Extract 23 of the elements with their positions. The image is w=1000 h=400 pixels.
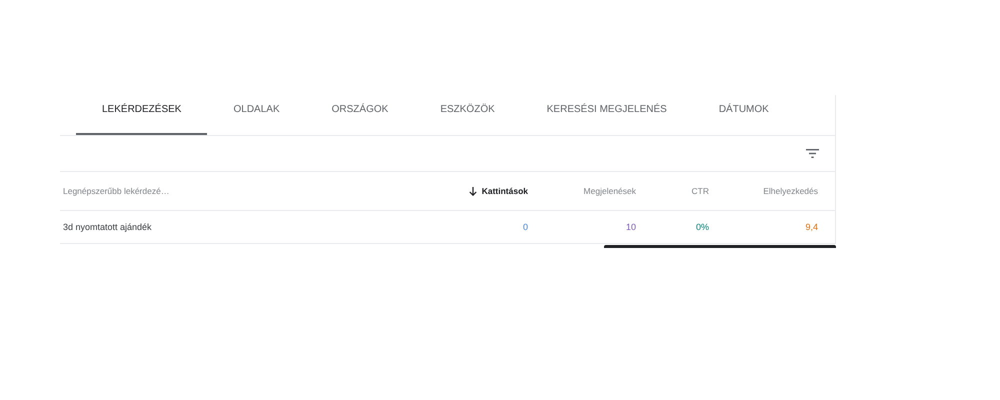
table-cell-text: 10 [624, 222, 636, 232]
tab[interactable]: DÁTUMOK [692, 95, 795, 135]
table-cell-text: 9,4 [804, 222, 818, 232]
tab[interactable]: LEKÉRDEZÉSEK [76, 95, 208, 135]
column-header[interactable]: Kattintások [416, 186, 528, 196]
column-label: Kattintások [482, 186, 528, 196]
column-label: CTR [692, 186, 709, 196]
tab[interactable]: ESZKÖZÖK [414, 95, 521, 135]
column-header[interactable]: Legnépszerűbb lekérdezé… [63, 186, 416, 196]
tab[interactable]: ORSZÁGOK [306, 95, 414, 135]
column-label: Legnépszerűbb lekérdezé… [63, 186, 170, 196]
table-cell-text: 3d nyomtatott ajándék [63, 222, 153, 232]
table-cell-text: 0% [694, 222, 709, 232]
arrow-down-icon [468, 186, 477, 196]
column-header[interactable]: Elhelyezkedés [709, 186, 818, 196]
column-header[interactable]: CTR [636, 186, 709, 196]
table-cell-text: 0 [522, 222, 528, 232]
column-header[interactable]: Megjelenések [528, 186, 636, 196]
column-label: Megjelenések [584, 186, 636, 196]
tab[interactable]: OLDALAK [207, 95, 306, 135]
filter-icon[interactable] [806, 149, 819, 158]
tab[interactable]: KERESÉSI MEGJELENÉS [520, 95, 693, 135]
column-label: Elhelyezkedés [763, 186, 818, 196]
